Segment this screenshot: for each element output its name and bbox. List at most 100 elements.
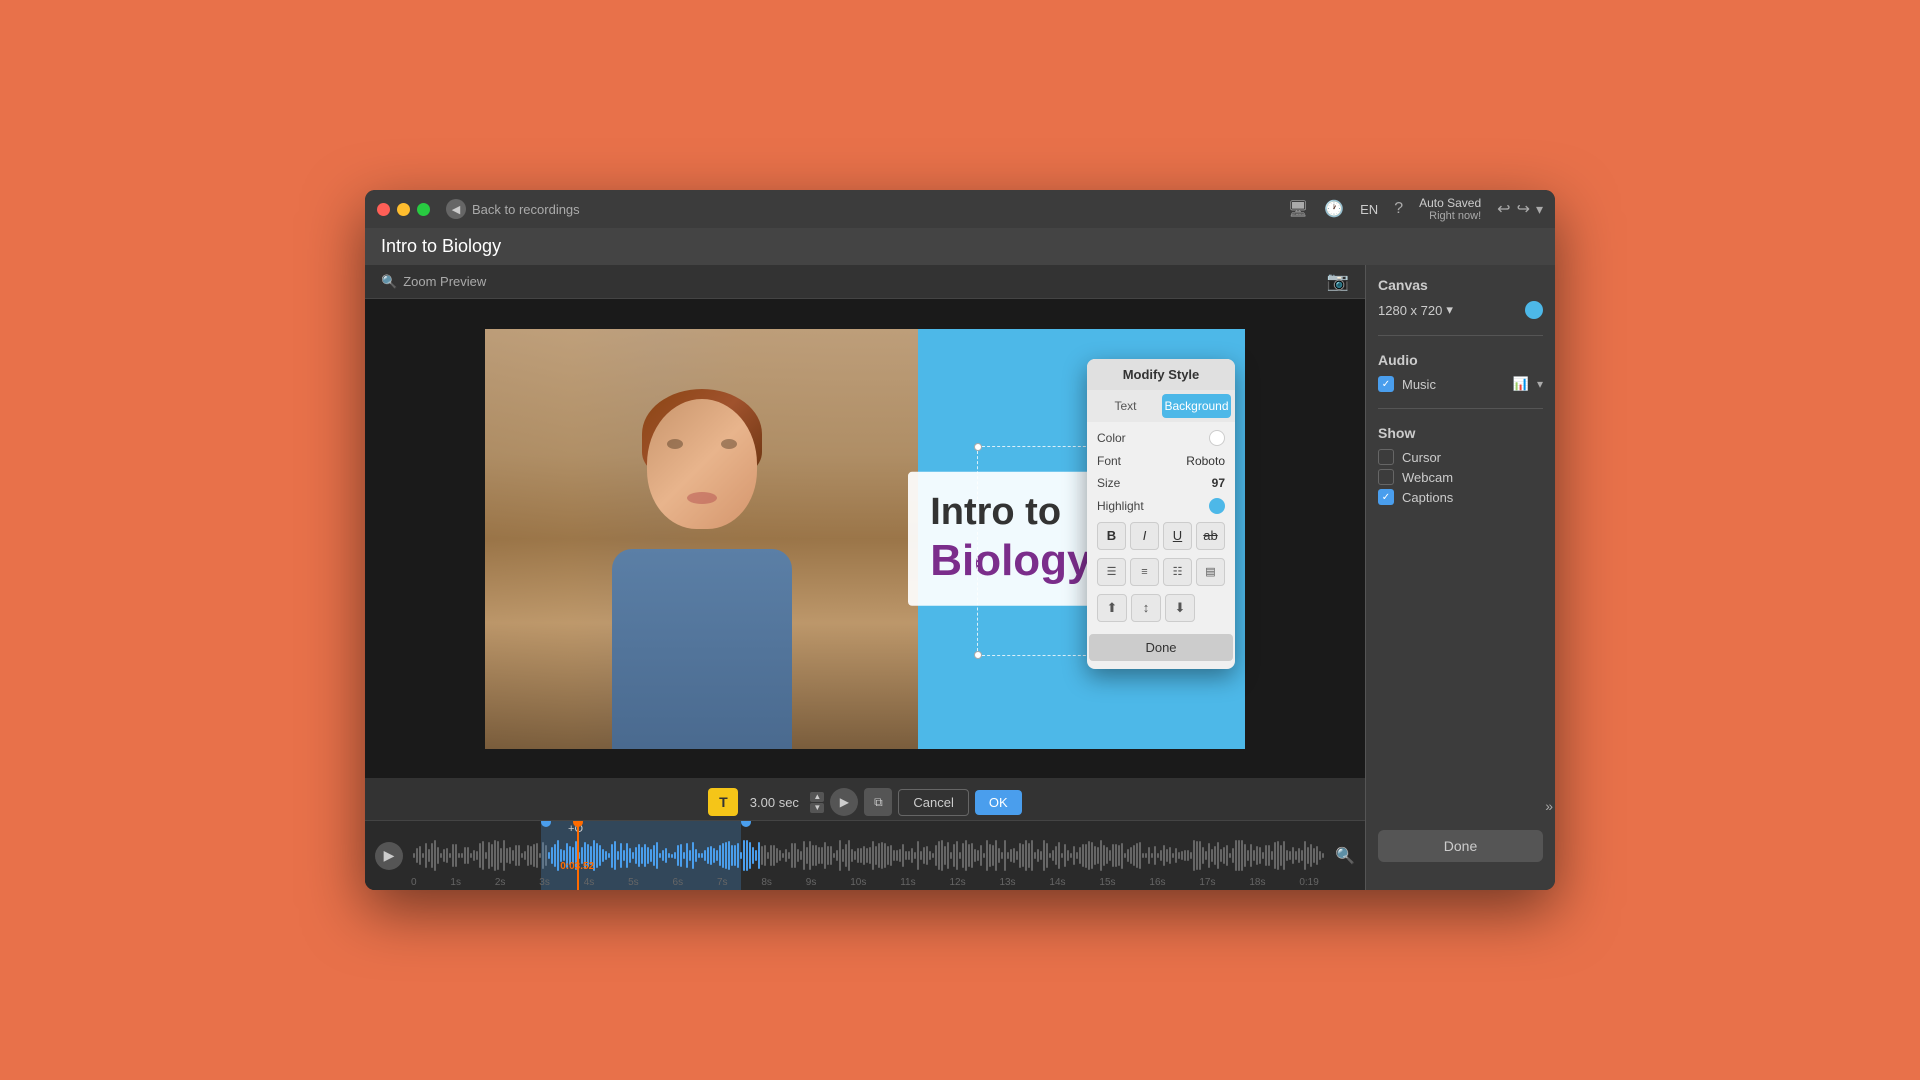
waveform-bar [758, 842, 760, 870]
waveform-bar [1256, 846, 1258, 865]
step-up-button[interactable]: ▲ [810, 792, 824, 802]
waveform-bar [770, 845, 772, 867]
minimize-button[interactable] [397, 203, 410, 216]
waveform-bar [1238, 840, 1240, 870]
waveform-bar [968, 844, 970, 866]
waveform-bar [458, 853, 460, 858]
valign-bottom-button[interactable]: ⬇ [1165, 594, 1195, 622]
waveform-bar [947, 842, 949, 869]
waveform-bar [794, 843, 796, 867]
ruler-3s: 3s [539, 877, 550, 888]
canvas-section-label: Canvas [1378, 277, 1543, 293]
waveform-bar [926, 846, 928, 865]
waveform-bar [971, 843, 973, 867]
waveform-bar [767, 852, 769, 858]
canvas-size-button[interactable]: 1280 x 720 ▾ [1378, 302, 1453, 318]
ruler-10s: 10s [850, 877, 866, 888]
more-options-icon[interactable]: ▾ [1536, 201, 1543, 218]
time-stepper[interactable]: ▲ ▼ [810, 792, 824, 813]
align-left-button[interactable]: ☰ [1097, 558, 1126, 586]
waveform-bar [503, 840, 505, 872]
snapshot-button[interactable]: 📷 [1327, 271, 1349, 292]
align-center-button[interactable]: ≡ [1130, 558, 1159, 586]
handle-tl[interactable] [974, 443, 982, 451]
help-icon[interactable]: ? [1394, 200, 1403, 218]
title-card[interactable]: Intro to Biology [908, 471, 1113, 605]
waveform-bar [497, 841, 499, 869]
tab-text[interactable]: Text [1091, 394, 1160, 418]
music-checkbox[interactable]: ✓ [1378, 376, 1394, 392]
ok-button[interactable]: OK [975, 790, 1022, 815]
align-justify-button[interactable]: ▤ [1196, 558, 1225, 586]
expand-icon[interactable]: » [1545, 798, 1553, 814]
canvas-section: Canvas 1280 x 720 ▾ [1378, 277, 1543, 319]
webcam-checkbox[interactable] [1378, 469, 1394, 485]
valign-middle-button[interactable]: ↕ [1131, 594, 1161, 622]
zoom-label: Zoom Preview [403, 274, 486, 289]
waveform-bar [443, 849, 445, 862]
strikethrough-button[interactable]: ab [1196, 522, 1225, 550]
waveform-bar [866, 848, 868, 864]
waveform-bar [1271, 851, 1273, 860]
waveform-bar [941, 840, 943, 871]
handle-bl[interactable] [974, 651, 982, 659]
text-marker-button[interactable]: T [708, 788, 738, 816]
underline-button[interactable]: U [1163, 522, 1192, 550]
italic-button[interactable]: I [1130, 522, 1159, 550]
captions-checkbox[interactable]: ✓ [1378, 489, 1394, 505]
waveform-bar [1151, 853, 1153, 858]
color-picker[interactable] [1209, 430, 1225, 446]
tab-background[interactable]: Background [1162, 394, 1231, 418]
waveform-bar [1148, 847, 1150, 864]
language-btn[interactable]: EN [1360, 202, 1378, 217]
waveform-bar [953, 844, 955, 867]
canvas-color-dot[interactable] [1525, 301, 1543, 319]
ruler-7s: 7s [717, 877, 728, 888]
bold-button[interactable]: B [1097, 522, 1126, 550]
waveform-bar [776, 848, 778, 863]
timeline-section: T 3.00 sec ▲ ▼ ▶ ⧉ Cancel OK ▶ [365, 778, 1365, 890]
font-value[interactable]: Roboto [1186, 454, 1225, 468]
close-button[interactable] [377, 203, 390, 216]
redo-button[interactable]: ↪ [1517, 199, 1530, 219]
waveform-bar [773, 845, 775, 867]
undo-button[interactable]: ↩ [1497, 199, 1510, 219]
maximize-button[interactable] [417, 203, 430, 216]
back-button[interactable]: ◀ Back to recordings [446, 199, 580, 219]
waveform-bar [1190, 852, 1192, 859]
monitor-icon[interactable]: 🖥 [1288, 199, 1308, 219]
waveform-bar [809, 841, 811, 871]
waveform-bar [1001, 852, 1003, 858]
cursor-checkbox[interactable] [1378, 449, 1394, 465]
waveform-bar [950, 852, 952, 858]
waveform-bar [1049, 853, 1051, 859]
play-timeline-button[interactable]: ▶ [375, 842, 403, 870]
waveform-bar [899, 849, 901, 862]
waveform-bar [1079, 847, 1081, 863]
step-down-button[interactable]: ▼ [810, 803, 824, 813]
search-button[interactable]: 🔍 [1335, 846, 1355, 866]
waveform-bar [743, 840, 745, 870]
valign-top-button[interactable]: ⬆ [1097, 594, 1127, 622]
done-button[interactable]: Done [1378, 830, 1543, 862]
copy-button[interactable]: ⧉ [864, 788, 892, 816]
waveform-bar [965, 840, 967, 871]
audio-dropdown[interactable]: ▾ [1537, 377, 1543, 391]
popup-done-button[interactable]: Done [1089, 634, 1233, 661]
ruler-13s: 13s [999, 877, 1015, 888]
play-small-button[interactable]: ▶ [830, 788, 858, 816]
highlight-picker[interactable] [1209, 498, 1225, 514]
person-head [647, 399, 757, 529]
waveform-bar [1112, 844, 1114, 868]
waveform-bar [455, 844, 457, 868]
size-value[interactable]: 97 [1212, 476, 1225, 490]
history-icon[interactable]: 🕐 [1324, 199, 1344, 219]
canvas-size-chevron: ▾ [1446, 302, 1453, 318]
waveform-bar [428, 849, 430, 862]
waveform-bar [1145, 853, 1147, 859]
align-right-button[interactable]: ☷ [1163, 558, 1192, 586]
canvas-area: 🔍 Zoom Preview 📷 [365, 265, 1365, 890]
waveform-bar [1010, 849, 1012, 862]
timeline-needle[interactable] [577, 821, 579, 890]
cancel-button[interactable]: Cancel [898, 789, 968, 816]
